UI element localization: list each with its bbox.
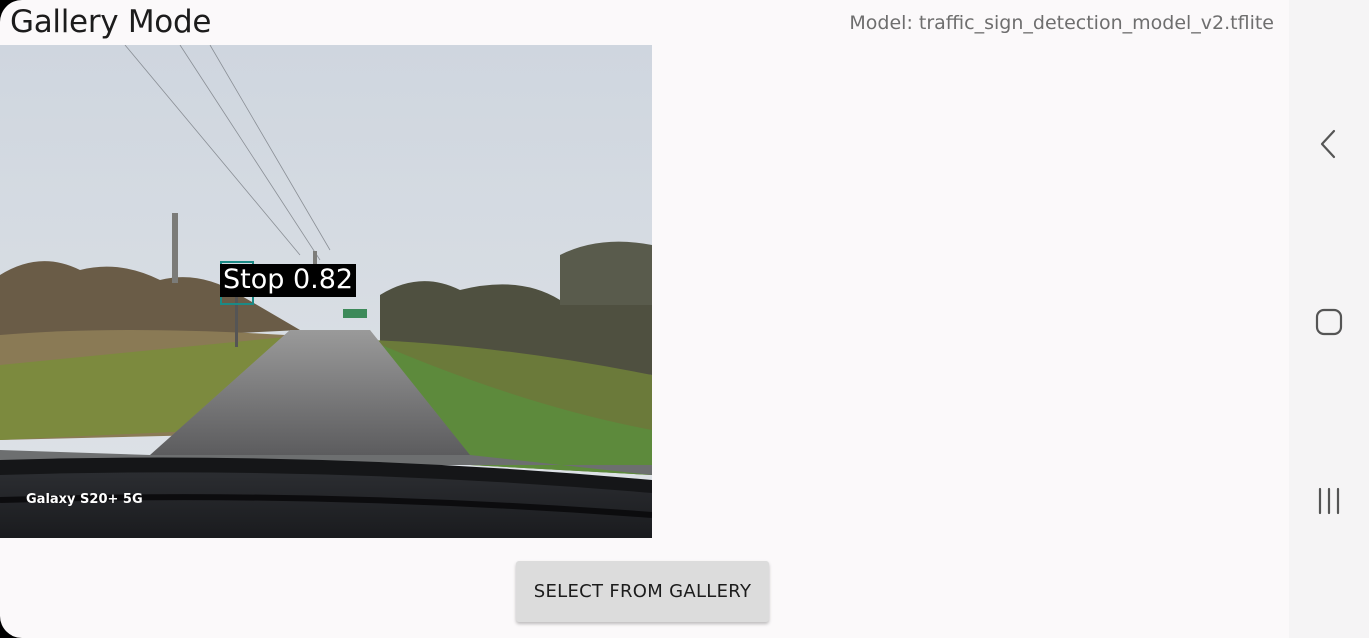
system-navigation-bar: [1289, 0, 1369, 638]
model-label: Model: traffic_sign_detection_model_v2.t…: [849, 12, 1274, 34]
camera-watermark: Galaxy S20+ 5G: [26, 492, 143, 507]
recents-icon[interactable]: [1309, 481, 1349, 521]
gallery-image: Stop 0.82 Galaxy S20+ 5G: [0, 45, 652, 538]
back-chevron-icon[interactable]: [1309, 124, 1349, 164]
app-screen: Gallery Mode Model: traffic_sign_detecti…: [0, 0, 1369, 638]
detection-label: Stop 0.82: [220, 264, 357, 297]
home-icon[interactable]: [1309, 302, 1349, 342]
page-title: Gallery Mode: [10, 4, 212, 40]
select-from-gallery-button[interactable]: SELECT FROM GALLERY: [516, 561, 769, 622]
